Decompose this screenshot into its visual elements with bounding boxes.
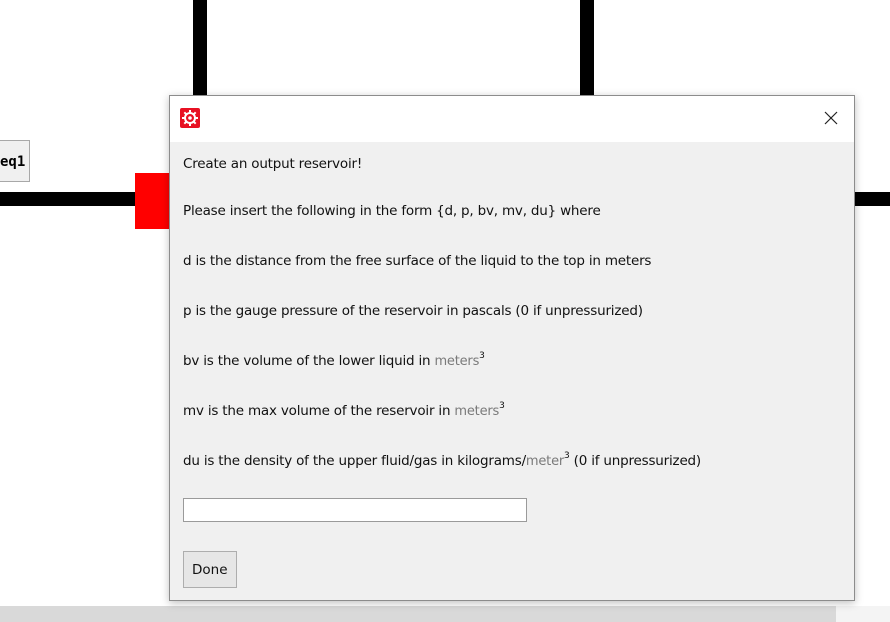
node-label-eq1[interactable]: eq1 [0, 140, 30, 182]
mv-description: mv is the max volume of the reservoir in… [183, 386, 854, 436]
mv-exponent: 3 [499, 400, 505, 411]
instruction-text: Please insert the following in the form … [183, 203, 601, 219]
du-suffix: (0 if unpressurized) [569, 453, 702, 469]
bv-text: bv is the volume of the lower liquid in [183, 353, 435, 369]
input-wrapper [183, 498, 854, 522]
bottom-scrollbar-corner [836, 606, 890, 622]
dialog-titlebar[interactable] [170, 96, 854, 142]
horizontal-pipe-left [0, 192, 140, 206]
dialog-title-text: Create an output reservoir! [183, 156, 363, 172]
vertical-pipe-left [193, 0, 207, 100]
du-text: du is the density of the upper fluid/gas… [183, 453, 526, 469]
reservoir-params-input[interactable] [183, 498, 527, 522]
d-description: d is the distance from the free surface … [183, 253, 652, 269]
done-button[interactable]: Done [183, 551, 237, 588]
du-unit: meter [525, 454, 565, 469]
bv-unit: meters [434, 354, 480, 369]
bottom-scrollbar-track[interactable] [0, 606, 836, 622]
reservoir-node-red[interactable] [135, 173, 171, 229]
mv-text: mv is the max volume of the reservoir in [183, 403, 455, 419]
close-button[interactable] [808, 96, 854, 142]
vertical-pipe-right [580, 0, 594, 100]
du-description: du is the density of the upper fluid/gas… [183, 436, 854, 486]
du-exponent: 3 [564, 450, 570, 461]
p-description: p is the gauge pressure of the reservoir… [183, 303, 643, 319]
output-reservoir-dialog: Create an output reservoir! Please inser… [169, 95, 855, 601]
close-icon [824, 110, 838, 129]
mv-unit: meters [454, 404, 500, 419]
dialog-content: Create an output reservoir! Please inser… [170, 142, 854, 588]
bv-description: bv is the volume of the lower liquid in … [183, 336, 854, 386]
bv-exponent: 3 [479, 350, 485, 361]
java-gear-icon [180, 108, 200, 128]
horizontal-pipe-right [853, 192, 890, 206]
